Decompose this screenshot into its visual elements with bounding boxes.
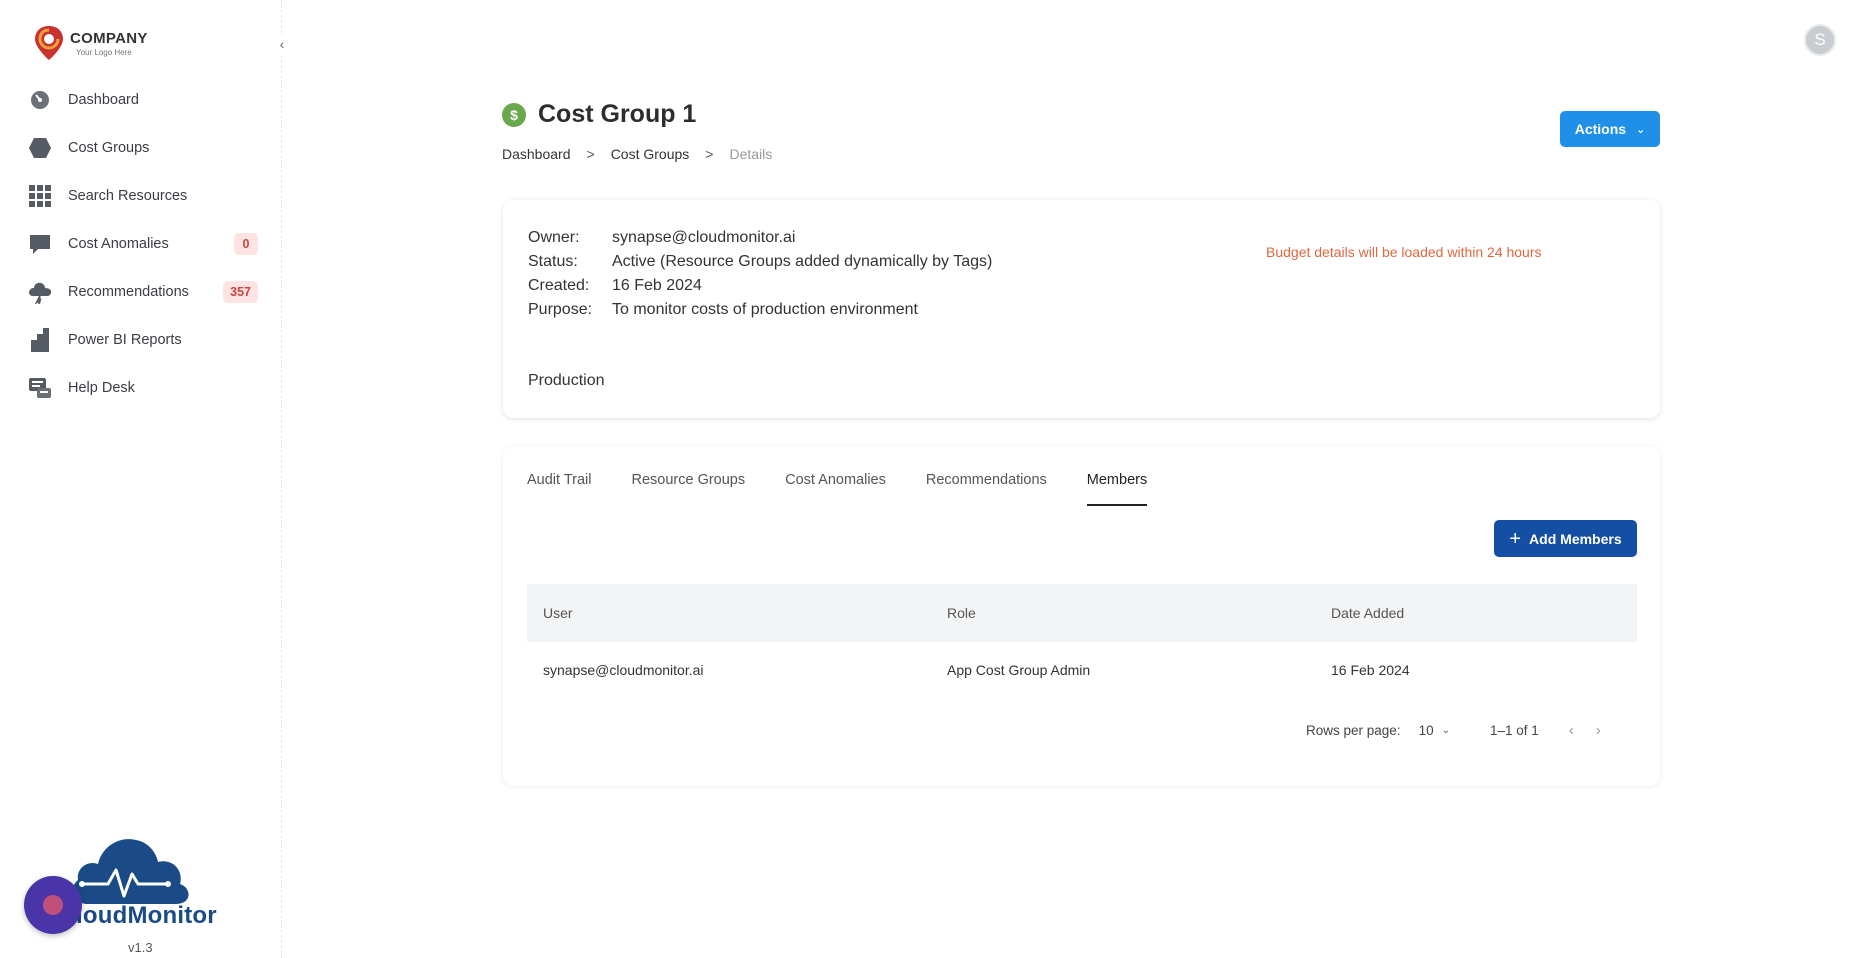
detail-created: Created: 16 Feb 2024 [528,274,992,298]
rows-per-page-label: Rows per page: [1306,723,1401,738]
chevron-down-icon: ⌄ [1636,123,1646,136]
breadcrumb-current: Details [729,146,773,162]
details-list: Owner: synapse@cloudmonitor.ai Status: A… [528,226,992,322]
table-header: User Role Date Added [527,584,1637,642]
sidebar-item-label: Power BI Reports [68,332,182,348]
detail-key: Created: [528,277,590,294]
sidebar-item-label: Dashboard [68,92,139,108]
table-pagination: Rows per page: 10 ⌄ 1–1 of 1 ‹ › [1306,722,1623,739]
pagination-range: 1–1 of 1 [1489,723,1539,738]
actions-label: Actions [1574,121,1627,137]
members-table: User Role Date Added synapse@cloudmonito… [527,584,1637,698]
sidebar: COMPANY Your Logo Here ‹ Dashboard Cost … [0,0,290,958]
previous-page-icon[interactable]: ‹ [1569,722,1574,739]
tabs-card: Audit Trail Resource Groups Cost Anomali… [503,446,1660,786]
app-root: COMPANY Your Logo Here ‹ Dashboard Cost … [0,0,1872,958]
sidebar-item-help-desk[interactable]: Help Desk [26,364,266,412]
grid-icon [26,182,54,210]
next-page-icon[interactable]: › [1596,722,1601,739]
tab-members[interactable]: Members [1086,472,1148,506]
product-name: loudMonitor [76,902,217,929]
help-desk-icon [26,374,54,402]
column-header-user[interactable]: User [527,605,947,621]
sidebar-item-label: Search Resources [68,188,188,204]
app-version: v1.3 [128,940,153,955]
breadcrumb-dashboard[interactable]: Dashboard [502,146,571,162]
tab-recommendations[interactable]: Recommendations [926,472,1047,506]
bar-chart-icon [26,326,54,354]
add-members-label: Add Members [1529,530,1622,547]
sidebar-item-cost-groups[interactable]: Cost Groups [26,124,266,172]
cost-group-details-card: Owner: synapse@cloudmonitor.ai Status: A… [503,200,1660,418]
breadcrumb: Dashboard > Cost Groups > Details [502,146,788,162]
tab-audit-trail[interactable]: Audit Trail [527,472,591,506]
rows-per-page-select[interactable]: 10 ⌄ [1419,723,1450,738]
cloudmonitor-logo-icon [68,830,198,911]
cloud-icon [26,278,54,306]
sidebar-item-cost-anomalies[interactable]: Cost Anomalies 0 [26,220,266,268]
chat-dot-icon [43,895,63,915]
detail-tabs: Audit Trail Resource Groups Cost Anomali… [527,472,1187,506]
detail-value: synapse@cloudmonitor.ai [612,229,796,246]
dollar-badge-icon: $ [502,102,526,127]
user-avatar[interactable]: S [1804,24,1836,56]
tab-cost-anomalies[interactable]: Cost Anomalies [785,472,886,506]
recommendations-count-badge: 357 [223,281,258,303]
column-header-role[interactable]: Role [947,605,1331,621]
detail-value: To monitor costs of production environme… [612,301,918,318]
chat-widget-button[interactable] [24,876,82,934]
sidebar-item-label: Cost Anomalies [68,236,169,252]
anomalies-count-badge: 0 [234,233,258,255]
chat-bubble-icon [26,230,54,258]
detail-purpose: Purpose: To monitor costs of production … [528,298,992,322]
sidebar-item-recommendations[interactable]: Recommendations 357 [26,268,266,316]
budget-status-note: Budget details will be loaded within 24 … [1266,244,1542,260]
cell-date-added: 16 Feb 2024 [1331,662,1410,678]
location-pin-icon [32,24,66,62]
logo-company-text: COMPANY [70,29,148,47]
sidebar-item-dashboard[interactable]: Dashboard [26,76,266,124]
sidebar-nav: Dashboard Cost Groups Search Resources C… [26,76,266,412]
tab-resource-groups[interactable]: Resource Groups [631,472,745,506]
sidebar-item-label: Help Desk [68,380,135,396]
company-logo[interactable]: COMPANY Your Logo Here [32,24,148,62]
hexagon-icon [26,134,54,162]
plus-icon: + [1509,527,1522,550]
detail-value: 16 Feb 2024 [612,277,702,294]
page-title: Cost Group 1 [538,100,697,128]
detail-key: Status: [528,253,578,270]
breadcrumb-cost-groups[interactable]: Cost Groups [611,146,690,162]
page-header: $ Cost Group 1 [502,100,696,129]
sidebar-item-label: Cost Groups [68,140,150,156]
add-members-button[interactable]: + Add Members [1494,520,1637,557]
detail-key: Purpose: [528,301,593,318]
sidebar-item-label: Recommendations [68,284,189,300]
sidebar-item-search-resources[interactable]: Search Resources [26,172,266,220]
sidebar-item-power-bi-reports[interactable]: Power BI Reports [26,316,266,364]
rows-per-page-value: 10 [1418,723,1434,738]
breadcrumb-separator: > [705,146,714,162]
gauge-icon [26,86,54,114]
breadcrumb-separator: > [586,146,595,162]
logo-tagline: Your Logo Here [76,47,132,57]
column-header-date-added[interactable]: Date Added [1331,605,1637,621]
table-row[interactable]: synapse@cloudmonitor.ai App Cost Group A… [527,642,1637,698]
collapse-sidebar-button[interactable]: ‹ [274,36,290,56]
cell-user: synapse@cloudmonitor.ai [543,662,704,678]
detail-owner: Owner: synapse@cloudmonitor.ai [528,226,992,250]
detail-key: Owner: [528,229,580,246]
actions-dropdown-button[interactable]: Actions ⌄ [1560,111,1660,147]
detail-value: Active (Resource Groups added dynamicall… [612,253,993,270]
cell-role: App Cost Group Admin [947,662,1091,678]
detail-status: Status: Active (Resource Groups added dy… [528,250,992,274]
environment-tag: Production [528,372,605,389]
chevron-down-icon: ⌄ [1441,725,1450,736]
